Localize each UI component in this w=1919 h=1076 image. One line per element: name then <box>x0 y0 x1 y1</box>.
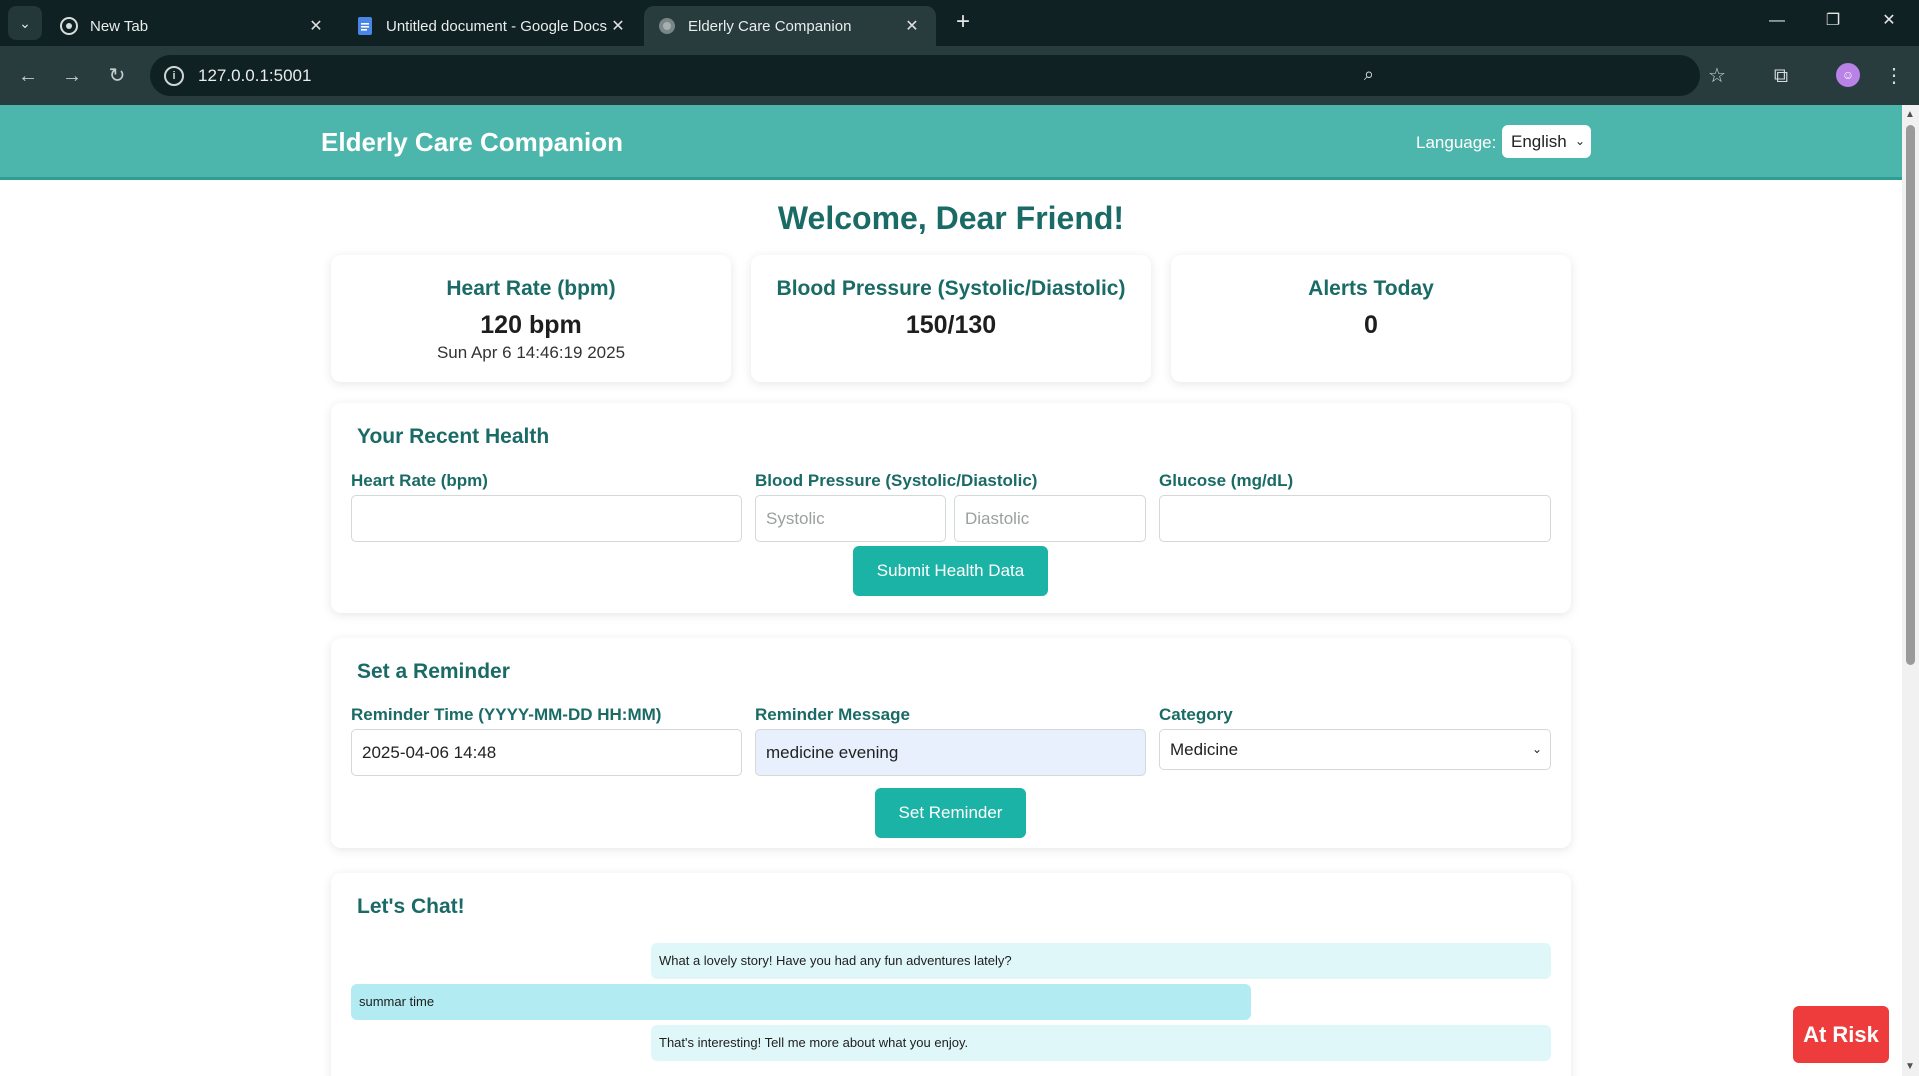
globe-icon <box>658 17 676 35</box>
glucose-input[interactable] <box>1159 495 1551 542</box>
section-title: Let's Chat! <box>357 895 465 918</box>
chevron-down-icon: ⌄ <box>19 14 31 31</box>
chevron-down-icon: ⌄ <box>1574 134 1585 148</box>
window-close-icon[interactable]: ✕ <box>1866 6 1912 36</box>
url-text: 127.0.0.1:5001 <box>198 65 312 85</box>
stat-card-blood-pressure: Blood Pressure (Systolic/Diastolic) 150/… <box>751 255 1151 382</box>
chat-message-bot: What a lovely story! Have you had any fu… <box>651 943 1551 979</box>
chrome-icon <box>60 17 78 35</box>
heart-rate-label: Heart Rate (bpm) <box>351 471 488 490</box>
tab-google-docs[interactable]: Untitled document - Google Docs ✕ <box>342 6 642 46</box>
stat-value: 120 bpm <box>480 311 582 339</box>
blood-pressure-label: Blood Pressure (Systolic/Diastolic) <box>755 471 1038 490</box>
health-form-card: Your Recent Health Heart Rate (bpm) Bloo… <box>331 403 1571 613</box>
docs-icon <box>356 17 374 35</box>
language-select[interactable]: English ⌄ <box>1502 125 1591 158</box>
close-icon[interactable]: ✕ <box>608 16 628 36</box>
reminder-message-label: Reminder Message <box>755 705 910 724</box>
app-title: Elderly Care Companion <box>321 127 623 157</box>
stat-title: Blood Pressure (Systolic/Diastolic) <box>776 277 1126 300</box>
scroll-up-icon[interactable]: ▲ <box>1905 109 1915 120</box>
reminder-time-label: Reminder Time (YYYY-MM-DD HH:MM) <box>351 705 662 724</box>
forward-icon[interactable]: → <box>56 60 88 92</box>
profile-avatar[interactable]: ☺ <box>1836 63 1860 87</box>
systolic-input[interactable]: Systolic <box>755 495 946 542</box>
tab-title: Elderly Care Companion <box>688 17 852 35</box>
at-risk-badge[interactable]: At Risk <box>1793 1006 1889 1063</box>
close-icon[interactable]: ✕ <box>902 16 922 36</box>
chevron-down-icon: ⌄ <box>1531 742 1542 756</box>
welcome-heading: Welcome, Dear Friend! <box>777 200 1125 236</box>
minimize-icon[interactable]: — <box>1754 6 1800 36</box>
section-title: Your Recent Health <box>357 425 550 448</box>
site-info-icon[interactable]: i <box>164 65 184 86</box>
stat-value: 150/130 <box>905 311 997 339</box>
restore-icon[interactable]: ❐ <box>1810 6 1856 36</box>
new-tab-button[interactable]: + <box>948 8 978 38</box>
zoom-icon[interactable]: ⌕ <box>1364 64 1374 85</box>
address-bar[interactable]: i 127.0.0.1:5001 ⌕ <box>150 55 1700 96</box>
stat-value: 0 <box>1364 311 1378 339</box>
tab-new-tab[interactable]: New Tab ✕ <box>46 6 340 46</box>
language-value: English <box>1511 132 1567 151</box>
tab-search-button[interactable]: ⌄ <box>8 6 42 40</box>
tab-title: Untitled document - Google Docs <box>386 17 607 35</box>
diastolic-input[interactable]: Diastolic <box>954 495 1146 542</box>
language-label: Language: <box>1416 133 1497 152</box>
stat-title: Heart Rate (bpm) <box>446 277 616 300</box>
scrollbar-thumb[interactable] <box>1906 125 1915 665</box>
extensions-icon[interactable]: ⧉ <box>1765 60 1797 92</box>
page-viewport: Elderly Care Companion Language: English… <box>0 105 1902 1076</box>
category-value: Medicine <box>1170 740 1239 759</box>
set-reminder-button[interactable]: Set Reminder <box>875 788 1026 838</box>
chat-message-bot: That's interesting! Tell me more about w… <box>651 1025 1551 1061</box>
browser-tab-strip: ⌄ New Tab ✕ Untitled document - Google D… <box>0 0 1919 46</box>
stat-card-heart-rate: Heart Rate (bpm) 120 bpm Sun Apr 6 14:46… <box>331 255 731 382</box>
reload-icon[interactable]: ↻ <box>101 60 133 92</box>
close-icon[interactable]: ✕ <box>306 16 326 36</box>
heart-rate-input[interactable] <box>351 495 742 542</box>
scroll-down-icon[interactable]: ▼ <box>1905 1061 1915 1072</box>
app-header: Elderly Care Companion Language: English… <box>0 105 1902 180</box>
category-label: Category <box>1159 705 1233 724</box>
chat-card: Let's Chat! What a lovely story! Have yo… <box>331 873 1571 1076</box>
bookmark-star-icon[interactable]: ☆ <box>1701 60 1733 92</box>
tab-elderly-care[interactable]: Elderly Care Companion ✕ <box>644 6 936 46</box>
stat-card-alerts: Alerts Today 0 <box>1171 255 1571 382</box>
menu-icon[interactable]: ⋮ <box>1878 60 1910 92</box>
reminder-time-input[interactable]: 2025-04-06 14:48 <box>351 729 742 776</box>
section-title: Set a Reminder <box>357 660 510 683</box>
submit-health-button[interactable]: Submit Health Data <box>853 546 1048 596</box>
chat-message-user: summar time <box>351 984 1251 1020</box>
glucose-label: Glucose (mg/dL) <box>1159 471 1294 490</box>
stat-timestamp: Sun Apr 6 14:46:19 2025 <box>436 343 626 362</box>
stat-title: Alerts Today <box>1308 277 1434 300</box>
browser-toolbar: ← → ↻ i 127.0.0.1:5001 ⌕ ☆ ⧉ ⋮ <box>0 46 1919 105</box>
tab-title: New Tab <box>90 17 149 35</box>
page-scrollbar[interactable]: ▲ ▼ <box>1902 105 1919 1076</box>
reminder-form-card: Set a Reminder Reminder Time (YYYY-MM-DD… <box>331 638 1571 848</box>
reminder-message-input[interactable]: medicine evening <box>755 729 1146 776</box>
category-select[interactable]: Medicine ⌄ <box>1159 729 1551 770</box>
back-icon[interactable]: ← <box>12 60 44 92</box>
